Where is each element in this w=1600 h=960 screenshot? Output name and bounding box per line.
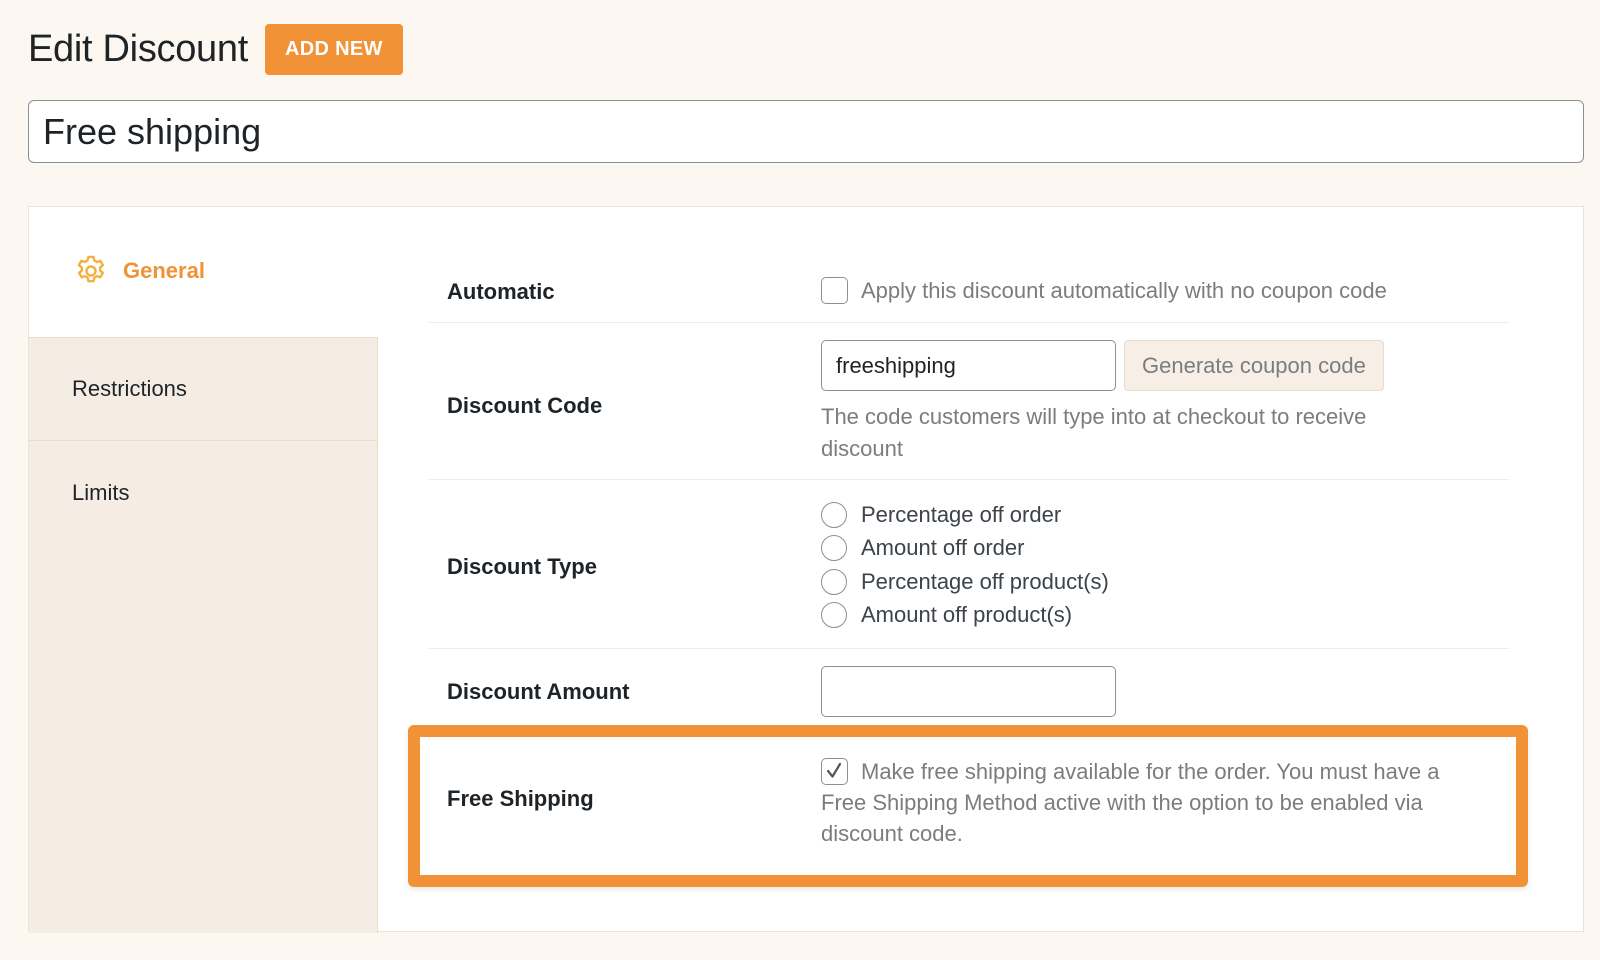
automatic-field: Apply this discount automatically with n… (821, 277, 1387, 304)
gear-icon (77, 255, 105, 283)
tab-general-label: General (123, 258, 205, 283)
radio-button[interactable] (821, 602, 847, 629)
free-shipping-line2: Free Shipping Method active with the opt… (821, 790, 1423, 815)
discount-code-label: Discount Code (447, 393, 603, 418)
discount-code-field: Generate coupon code The code customers … (821, 340, 1384, 465)
add-new-button[interactable]: ADD NEW (264, 24, 403, 75)
discount-code-help-line1: The code customers will type into at che… (821, 404, 1367, 429)
discount-type-row: Discount Type Percentage off order Amoun… (429, 480, 1509, 649)
free-shipping-checkbox[interactable] (821, 758, 848, 785)
free-shipping-field: Make free shipping available for the ord… (821, 756, 1501, 849)
tab-restrictions[interactable]: Restrictions (29, 337, 378, 441)
radio-button[interactable] (821, 501, 847, 528)
option-label: Percentage off product(s) (861, 568, 1109, 594)
discount-amount-field (821, 666, 1116, 717)
discount-type-options: Percentage off order Amount off order Pe… (821, 498, 1109, 632)
discount-type-option[interactable]: Percentage off order (821, 498, 1109, 532)
tab-limits-label: Limits (72, 480, 130, 505)
tab-general[interactable]: General (29, 207, 378, 337)
page-header: Edit Discount ADD NEW (28, 24, 403, 75)
discount-code-input[interactable] (821, 340, 1116, 391)
radio-button[interactable] (821, 535, 847, 562)
tab-limits[interactable]: Limits (29, 441, 378, 545)
page-title: Edit Discount (28, 28, 248, 70)
generate-coupon-code-button[interactable]: Generate coupon code (1124, 340, 1384, 391)
automatic-row: Automatic Apply this discount automatica… (429, 207, 1509, 323)
discount-type-option[interactable]: Percentage off product(s) (821, 565, 1109, 599)
free-shipping-line3: discount code. (821, 821, 963, 846)
automatic-checkbox-label: Apply this discount automatically with n… (861, 277, 1387, 303)
option-label: Amount off product(s) (861, 602, 1073, 628)
discount-settings-panel: General Restrictions Limits Automatic Ap… (28, 206, 1584, 933)
automatic-checkbox[interactable] (821, 277, 848, 304)
discount-code-row: Discount Code Generate coupon code The c… (429, 323, 1509, 480)
discount-title-input[interactable] (28, 100, 1584, 163)
discount-code-help: The code customers will type into at che… (821, 401, 1384, 465)
discount-code-help-line2: discount (821, 436, 903, 461)
free-shipping-line1: Make free shipping available for the ord… (861, 759, 1440, 784)
settings-tabs: General Restrictions Limits (29, 207, 378, 933)
discount-type-label: Discount Type (447, 554, 597, 579)
tab-restrictions-label: Restrictions (72, 376, 187, 401)
automatic-label: Automatic (447, 279, 555, 304)
option-label: Amount off order (861, 535, 1025, 561)
discount-amount-label: Discount Amount (447, 679, 630, 704)
radio-button[interactable] (821, 568, 847, 595)
discount-type-option[interactable]: Amount off product(s) (821, 599, 1109, 633)
free-shipping-label: Free Shipping (447, 786, 594, 811)
checkmark-icon (826, 762, 842, 778)
option-label: Percentage off order (861, 501, 1062, 527)
discount-amount-row: Discount Amount (429, 649, 1509, 739)
sidebar-fill (29, 545, 378, 933)
discount-amount-input[interactable] (821, 666, 1116, 717)
discount-type-option[interactable]: Amount off order (821, 532, 1109, 566)
free-shipping-row: Free Shipping Make free shipping availab… (429, 739, 1509, 889)
